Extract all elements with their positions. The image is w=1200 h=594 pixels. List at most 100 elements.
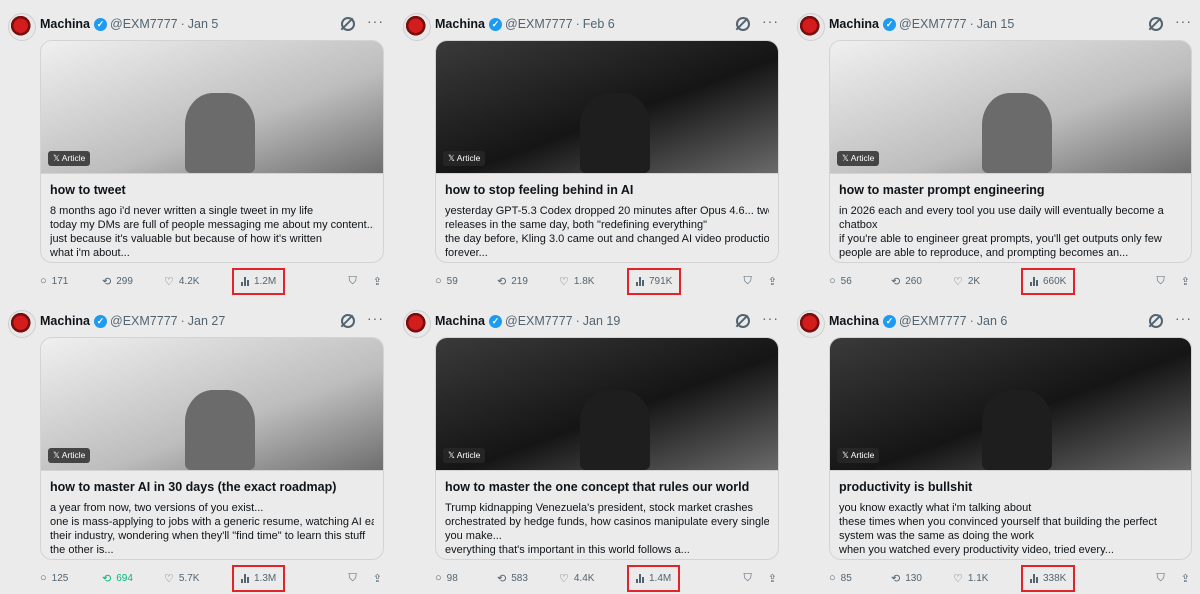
grok-icon[interactable] — [1149, 17, 1163, 31]
repost-button[interactable]: ⟲ 219 — [497, 275, 559, 288]
views-button[interactable]: 1.4M — [627, 564, 681, 592]
grok-icon[interactable] — [1149, 314, 1163, 328]
post-date[interactable]: Feb 6 — [583, 17, 615, 31]
grok-icon[interactable] — [341, 314, 355, 328]
reply-button[interactable]: ○ 85 — [829, 572, 891, 584]
more-icon[interactable]: ··· — [1175, 13, 1192, 29]
article-card[interactable]: 𝕏 Article how to master the one concept t… — [435, 337, 779, 560]
reply-button[interactable]: ○ 98 — [435, 572, 497, 584]
more-icon[interactable]: ··· — [762, 310, 779, 326]
share-button[interactable]: ⇪ — [1181, 275, 1190, 288]
post[interactable]: Machina ✓ @EXM7777 · Jan 5 ··· 𝕏 Article how to… — [0, 0, 392, 297]
views-button[interactable]: 660K — [1021, 267, 1076, 295]
post[interactable]: Machina ✓ @EXM7777 · Jan 15 ··· 𝕏 Article how t… — [789, 0, 1200, 297]
article-cover-image[interactable]: 𝕏 Article — [41, 338, 383, 471]
avatar[interactable] — [8, 13, 36, 41]
article-cover-image[interactable]: 𝕏 Article — [830, 338, 1191, 471]
article-title[interactable]: productivity is bullshit — [839, 480, 1182, 494]
views-button[interactable]: 1.3M — [232, 564, 286, 592]
share-button[interactable]: ⇪ — [768, 275, 777, 288]
article-title[interactable]: how to tweet — [50, 183, 374, 197]
share-icon: ⇪ — [372, 572, 382, 585]
avatar[interactable] — [403, 13, 431, 41]
post[interactable]: Machina ✓ @EXM7777 · Jan 6 ··· 𝕏 Article produc… — [789, 297, 1200, 594]
more-icon[interactable]: ··· — [762, 13, 779, 29]
post-date[interactable]: Jan 6 — [977, 314, 1008, 328]
author-name[interactable]: Machina — [435, 314, 485, 328]
views-button[interactable]: 338K — [1021, 564, 1076, 592]
grok-icon[interactable] — [736, 17, 750, 31]
bookmark-button[interactable]: ⛉ — [1157, 275, 1165, 288]
bookmark-button[interactable]: ⛉ — [744, 275, 752, 288]
author-handle[interactable]: @EXM7777 — [110, 17, 178, 31]
article-excerpt-line: you make... — [445, 530, 502, 542]
repost-button[interactable]: ⟲ 694 — [102, 572, 164, 585]
repost-button[interactable]: ⟲ 583 — [497, 572, 559, 585]
avatar[interactable] — [8, 310, 36, 338]
author-handle[interactable]: @EXM7777 — [505, 17, 573, 31]
article-cover-image[interactable]: 𝕏 Article — [830, 41, 1191, 174]
like-button[interactable]: ♡ 4.2K — [164, 275, 232, 288]
reply-button[interactable]: ○ 59 — [435, 275, 497, 287]
reply-button[interactable]: ○ 171 — [40, 275, 102, 287]
author-handle[interactable]: @EXM7777 — [505, 314, 573, 328]
author-name[interactable]: Machina — [40, 314, 90, 328]
avatar[interactable] — [797, 310, 825, 338]
repost-button[interactable]: ⟲ 299 — [102, 275, 164, 288]
article-card[interactable]: 𝕏 Article how to master prompt engineerin… — [829, 40, 1192, 263]
post[interactable]: Machina ✓ @EXM7777 · Jan 27 ··· 𝕏 Article how t… — [0, 297, 392, 594]
bookmark-button[interactable]: ⛉ — [744, 572, 752, 585]
like-button[interactable]: ♡ 2K — [953, 275, 1021, 288]
bookmark-button[interactable]: ⛉ — [1157, 572, 1165, 585]
share-button[interactable]: ⇪ — [373, 572, 382, 585]
repost-button[interactable]: ⟲ 130 — [891, 572, 953, 585]
post-date[interactable]: Jan 27 — [188, 314, 226, 328]
grok-icon[interactable] — [736, 314, 750, 328]
share-button[interactable]: ⇪ — [1181, 572, 1190, 585]
post-date[interactable]: Jan 5 — [188, 17, 219, 31]
article-card[interactable]: 𝕏 Article how to tweet 8 months ago i'd ne… — [40, 40, 384, 263]
article-title[interactable]: how to master prompt engineering — [839, 183, 1182, 197]
article-title[interactable]: how to master the one concept that rules… — [445, 480, 769, 494]
like-button[interactable]: ♡ 1.1K — [953, 572, 1021, 585]
like-button[interactable]: ♡ 5.7K — [164, 572, 232, 585]
repost-count: 219 — [511, 275, 528, 287]
like-button[interactable]: ♡ 1.8K — [559, 275, 627, 288]
verified-icon: ✓ — [94, 314, 108, 328]
article-card[interactable]: 𝕏 Article how to stop feeling behind in A… — [435, 40, 779, 263]
article-title[interactable]: how to master AI in 30 days (the exact r… — [50, 480, 374, 494]
post[interactable]: Machina ✓ @EXM7777 · Jan 19 ··· 𝕏 Article how t… — [395, 297, 787, 594]
reply-button[interactable]: ○ 125 — [40, 572, 102, 584]
like-button[interactable]: ♡ 4.4K — [559, 572, 627, 585]
article-card[interactable]: 𝕏 Article productivity is bullshit you kno… — [829, 337, 1192, 560]
avatar[interactable] — [797, 13, 825, 41]
bookmark-button[interactable]: ⛉ — [349, 572, 357, 585]
more-icon[interactable]: ··· — [367, 13, 384, 29]
post[interactable]: Machina ✓ @EXM7777 · Feb 6 ··· 𝕏 Article how to… — [395, 0, 787, 297]
author-name[interactable]: Machina — [829, 17, 879, 31]
article-cover-image[interactable]: 𝕏 Article — [436, 41, 778, 174]
share-button[interactable]: ⇪ — [373, 275, 382, 288]
article-title[interactable]: how to stop feeling behind in AI — [445, 183, 769, 197]
views-button[interactable]: 1.2M — [232, 267, 286, 295]
grok-icon[interactable] — [341, 17, 355, 31]
author-name[interactable]: Machina — [435, 17, 485, 31]
article-card[interactable]: 𝕏 Article how to master AI in 30 days (th… — [40, 337, 384, 560]
author-name[interactable]: Machina — [829, 314, 879, 328]
article-cover-image[interactable]: 𝕏 Article — [436, 338, 778, 471]
views-button[interactable]: 791K — [627, 267, 682, 295]
avatar[interactable] — [403, 310, 431, 338]
author-handle[interactable]: @EXM7777 — [899, 314, 967, 328]
article-cover-image[interactable]: 𝕏 Article — [41, 41, 383, 174]
bookmark-button[interactable]: ⛉ — [349, 275, 357, 288]
post-date[interactable]: Jan 19 — [583, 314, 621, 328]
author-name[interactable]: Machina — [40, 17, 90, 31]
author-handle[interactable]: @EXM7777 — [899, 17, 967, 31]
share-button[interactable]: ⇪ — [768, 572, 777, 585]
more-icon[interactable]: ··· — [367, 310, 384, 326]
post-date[interactable]: Jan 15 — [977, 17, 1015, 31]
author-handle[interactable]: @EXM7777 — [110, 314, 178, 328]
repost-button[interactable]: ⟲ 260 — [891, 275, 953, 288]
more-icon[interactable]: ··· — [1175, 310, 1192, 326]
reply-button[interactable]: ○ 56 — [829, 275, 891, 287]
